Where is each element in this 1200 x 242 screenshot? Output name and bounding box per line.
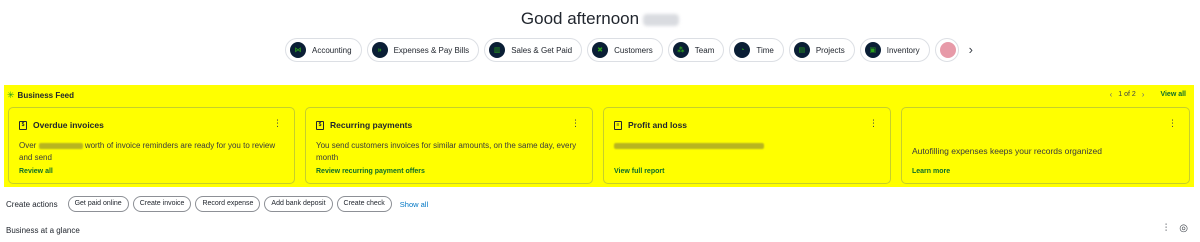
more-options-icon[interactable]: ⋮ (273, 118, 282, 129)
feed-card-overdue-invoices[interactable]: $ Overdue invoices ⋮ Over worth of invoi… (8, 107, 295, 184)
feed-pager: ‹ 1 of 2 › View all (1110, 90, 1186, 99)
chevron-left-icon[interactable]: ‹ (1110, 90, 1113, 99)
redacted-amount (38, 142, 83, 149)
report-icon: ≡ (614, 120, 622, 130)
app-label: Sales & Get Paid (511, 45, 573, 55)
sales-icon: ▥ (489, 42, 506, 58)
greeting-text: Good afternoon (520, 9, 640, 28)
app-customers-button[interactable]: ✖ Customers (587, 38, 663, 62)
app-label: Inventory (886, 45, 920, 55)
feed-card-recurring-payments[interactable]: $ Recurring payments ⋮ You send customer… (305, 107, 593, 184)
business-at-a-glance-title: Business at a glance (6, 226, 80, 235)
card-body-start: Over (19, 141, 37, 150)
glance-tools: ⫶ ◎ (1165, 223, 1188, 234)
customize-sliders-icon[interactable]: ⫶ (1165, 223, 1168, 234)
greeting-heading: Good afternoon (0, 9, 1200, 29)
recurring-invoice-icon: $ (316, 120, 324, 130)
review-all-link[interactable]: Review all (19, 168, 53, 175)
app-partial-button[interactable] (934, 38, 959, 62)
show-all-link[interactable]: Show all (400, 200, 428, 209)
card-body: You send customers invoices for similar … (316, 141, 577, 162)
chevron-right-icon[interactable]: › (969, 38, 973, 62)
chevron-right-icon[interactable]: › (1142, 90, 1145, 99)
card-header: $ Overdue invoices (19, 120, 104, 130)
projects-icon: ▤ (793, 42, 810, 58)
more-options-icon[interactable]: ⋮ (869, 118, 878, 129)
customers-icon: ✖ (592, 42, 609, 58)
time-icon: ◔ (734, 42, 751, 58)
inventory-icon: ▣ (864, 42, 881, 58)
app-inventory-button[interactable]: ▣ Inventory (859, 38, 930, 62)
sparkle-icon: ✳ (7, 90, 15, 100)
create-actions-label: Create actions (6, 199, 58, 209)
card-header: ≡ Profit and loss (614, 120, 687, 130)
app-label: Accounting (312, 45, 352, 55)
feed-view-all-link[interactable]: View all (1160, 91, 1186, 98)
app-label: Expenses & Pay Bills (393, 45, 470, 55)
card-title: Overdue invoices (33, 120, 104, 130)
partial-app-icon (939, 42, 956, 58)
get-paid-online-button[interactable]: Get paid online (67, 196, 129, 212)
learn-more-link[interactable]: Learn more (912, 168, 950, 175)
record-expense-button[interactable]: Record expense (195, 196, 261, 212)
app-label: Time (756, 45, 774, 55)
app-label: Projects (815, 45, 845, 55)
redacted-user-name (643, 13, 680, 26)
redacted-summary (614, 142, 764, 149)
card-title: Profit and loss (628, 120, 688, 130)
more-options-icon[interactable]: ⋮ (571, 118, 580, 129)
app-time-button[interactable]: ◔ Time (729, 38, 784, 62)
view-full-report-link[interactable]: View full report (614, 168, 664, 175)
team-icon: ⁂ (672, 42, 689, 58)
card-body (614, 140, 876, 152)
card-header: $ Recurring payments (316, 120, 412, 130)
business-feed-header: ✳ Business Feed (7, 90, 74, 101)
card-title: Recurring payments (330, 120, 413, 130)
create-actions-bar: Create actions Get paid online Create in… (6, 196, 428, 212)
business-feed: ✳ Business Feed ‹ 1 of 2 › View all $ Ov… (4, 85, 1194, 187)
hide-eye-icon[interactable]: ◎ (1179, 223, 1188, 234)
accounting-icon: ⋈ (290, 42, 306, 58)
feed-card-profit-and-loss[interactable]: ≡ Profit and loss ⋮ View full report (603, 107, 891, 184)
feed-card-autofill-expenses[interactable]: ⋮ Autofilling expenses keeps your record… (901, 107, 1190, 184)
expenses-icon: » (371, 42, 388, 58)
create-invoice-button[interactable]: Create invoice (132, 196, 192, 212)
add-bank-deposit-button[interactable]: Add bank deposit (264, 196, 333, 212)
review-recurring-offers-link[interactable]: Review recurring payment offers (316, 168, 425, 175)
invoice-icon: $ (19, 120, 27, 130)
more-options-icon[interactable]: ⋮ (1168, 118, 1177, 129)
app-accounting-button[interactable]: ⋈ Accounting (285, 38, 362, 62)
app-label: Team (694, 45, 715, 55)
card-body: Autofilling expenses keeps your records … (912, 146, 1102, 156)
app-label: Customers (614, 45, 653, 55)
card-body: Over worth of invoice reminders are read… (19, 140, 280, 164)
app-projects-button[interactable]: ▤ Projects (788, 38, 855, 62)
pager-text: 1 of 2 (1118, 91, 1136, 98)
app-team-button[interactable]: ⁂ Team (667, 38, 725, 62)
create-check-button[interactable]: Create check (336, 196, 392, 212)
app-shortcuts-bar: ⋈ Accounting » Expenses & Pay Bills ▥ Sa… (285, 38, 973, 62)
app-sales-button[interactable]: ▥ Sales & Get Paid (484, 38, 583, 62)
app-expenses-button[interactable]: » Expenses & Pay Bills (366, 38, 480, 62)
business-feed-title: Business Feed (17, 91, 75, 100)
